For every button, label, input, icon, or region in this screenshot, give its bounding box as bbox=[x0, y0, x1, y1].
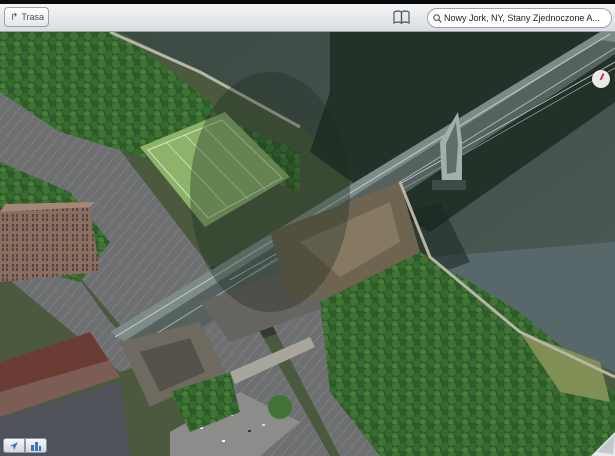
search-icon bbox=[433, 13, 442, 23]
location-arrow-icon bbox=[10, 441, 18, 450]
buildings-3d-icon bbox=[31, 441, 41, 451]
route-button-label: Trasa bbox=[21, 12, 45, 22]
apartment-building bbox=[0, 202, 100, 282]
book-icon[interactable] bbox=[393, 10, 410, 24]
search-input-value: Nowy Jork, NY, Stany Zjednoczone A... bbox=[444, 13, 600, 23]
compass-icon[interactable] bbox=[592, 70, 610, 88]
map-view[interactable] bbox=[0, 32, 615, 456]
map-mode-button[interactable] bbox=[25, 438, 47, 453]
location-arrow-button[interactable] bbox=[3, 438, 25, 453]
page-curl-icon[interactable] bbox=[591, 432, 615, 456]
tree bbox=[268, 395, 292, 419]
route-button[interactable]: ↱ Trasa bbox=[4, 7, 49, 27]
cloud-shadow bbox=[190, 72, 350, 312]
route-arrow-icon: ↱ bbox=[10, 11, 19, 23]
satellite-map[interactable] bbox=[0, 32, 615, 456]
search-field[interactable]: Nowy Jork, NY, Stany Zjednoczone A... bbox=[427, 8, 612, 28]
top-toolbar: ↱ Trasa Nowy Jork, NY, Stany Zjednoczone… bbox=[0, 4, 615, 32]
